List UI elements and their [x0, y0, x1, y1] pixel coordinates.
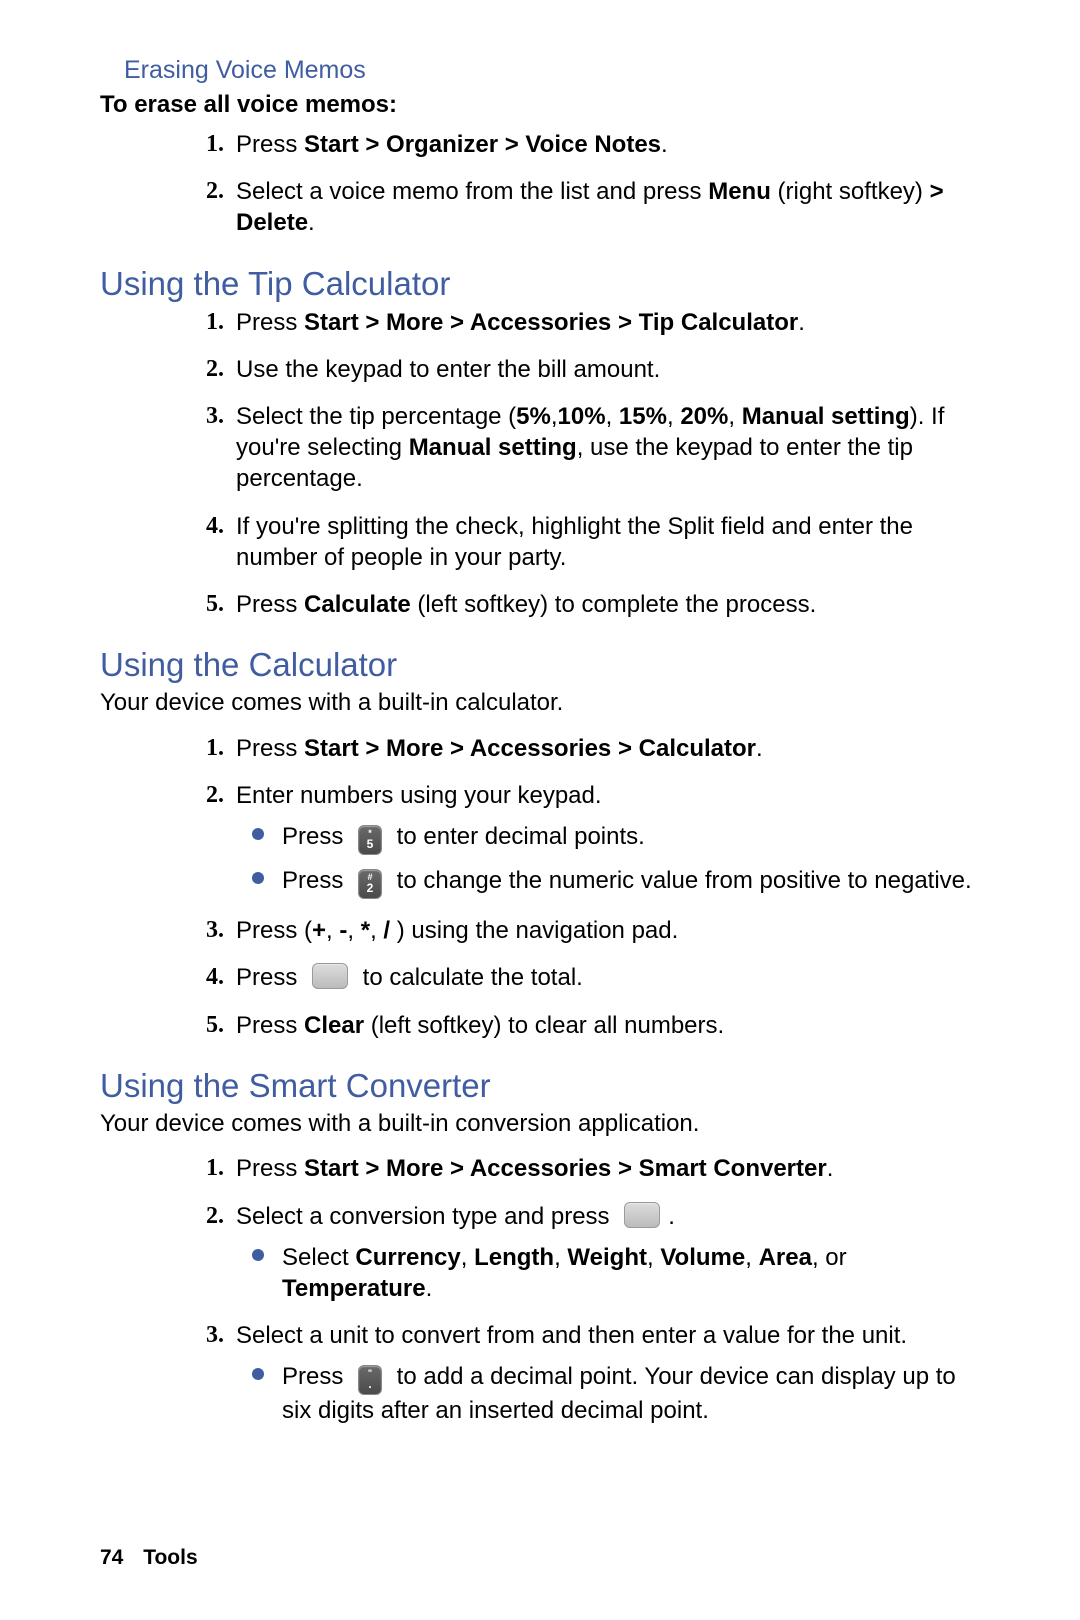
step-text: Press Clear (left softkey) to clear all …	[236, 1012, 724, 1039]
step-number: 1.	[184, 129, 224, 160]
step-number: 4.	[184, 511, 224, 542]
heading-tip-calculator: Using the Tip Calculator	[100, 265, 976, 303]
list-item: Select Currency, Length, Weight, Volume,…	[236, 1242, 976, 1304]
heading-erasing-voice-memos: Erasing Voice Memos	[124, 56, 976, 85]
sublist: Press *5 to enter decimal points. Press …	[236, 821, 976, 899]
footer-section-name: Tools	[143, 1546, 197, 1569]
step-text: Press Start > More > Accessories > Tip C…	[236, 309, 805, 336]
list-item: 3. Select the tip percentage (5%,10%, 15…	[100, 401, 976, 495]
list-item: 3. Press (+, -, *, / ) using the navigat…	[100, 915, 976, 946]
document-page: Erasing Voice Memos To erase all voice m…	[0, 0, 1080, 1620]
list-item: Press #2 to change the numeric value fro…	[236, 865, 976, 899]
step-number: 2.	[184, 176, 224, 207]
list-item: 1. Press Start > More > Accessories > Ti…	[100, 307, 976, 338]
step-text: Press Calculate (left softkey) to comple…	[236, 591, 816, 618]
step-text: Press to calculate the total.	[236, 964, 583, 991]
list-item: Press *5 to enter decimal points.	[236, 821, 976, 855]
list-item: 4. If you're splitting the check, highli…	[100, 511, 976, 573]
step-number: 1.	[184, 1153, 224, 1184]
step-text: Select a voice memo from the list and pr…	[236, 178, 944, 236]
page-number: 74	[100, 1546, 123, 1569]
key-nav-icon	[624, 1202, 660, 1228]
list-item: 5. Press Clear (left softkey) to clear a…	[100, 1010, 976, 1041]
list-item: 1. Press Start > More > Accessories > Sm…	[100, 1153, 976, 1184]
step-number: 3.	[184, 1320, 224, 1351]
list-item: 5. Press Calculate (left softkey) to com…	[100, 589, 976, 620]
step-number: 2.	[184, 354, 224, 385]
intro-smart-converter: Your device comes with a built-in conver…	[100, 1109, 976, 1140]
heading-calculator: Using the Calculator	[100, 646, 976, 684]
sublist: Press ". to add a decimal point. Your de…	[236, 1361, 976, 1426]
step-number: 2.	[184, 1201, 224, 1232]
step-text: Press (+, -, *, / ) using the navigation…	[236, 917, 678, 944]
step-number: 3.	[184, 401, 224, 432]
steps-calculator: 1. Press Start > More > Accessories > Ca…	[100, 733, 976, 1041]
step-number: 1.	[184, 733, 224, 764]
list-item: 2. Use the keypad to enter the bill amou…	[100, 354, 976, 385]
lead-erase-all: To erase all voice memos:	[100, 91, 976, 119]
step-number: 5.	[184, 1010, 224, 1041]
list-item: 3. Select a unit to convert from and the…	[100, 1320, 976, 1426]
key-hash-2-icon: #2	[358, 869, 382, 899]
step-text: If you're splitting the check, highlight…	[236, 513, 913, 571]
steps-erase: 1. Press Start > Organizer > Voice Notes…	[100, 129, 976, 239]
step-number: 1.	[184, 307, 224, 338]
list-item: 1. Press Start > Organizer > Voice Notes…	[100, 129, 976, 160]
step-text: Press Start > More > Accessories > Smart…	[236, 1155, 833, 1182]
key-star-5-icon: *5	[358, 825, 382, 855]
step-text: Select a conversion type and press .	[236, 1203, 675, 1230]
page-footer: 74 Tools	[100, 1546, 198, 1570]
step-text: Enter numbers using your keypad.	[236, 782, 602, 809]
step-text: Press Start > More > Accessories > Calcu…	[236, 735, 763, 762]
list-item: 2. Select a voice memo from the list and…	[100, 176, 976, 238]
sublist: Select Currency, Length, Weight, Volume,…	[236, 1242, 976, 1304]
key-nav-icon	[312, 963, 348, 989]
step-number: 2.	[184, 780, 224, 811]
step-text: Select a unit to convert from and then e…	[236, 1322, 907, 1349]
step-text: Press Start > Organizer > Voice Notes.	[236, 131, 668, 158]
step-number: 4.	[184, 962, 224, 993]
steps-tip: 1. Press Start > More > Accessories > Ti…	[100, 307, 976, 621]
heading-smart-converter: Using the Smart Converter	[100, 1067, 976, 1105]
list-item: 1. Press Start > More > Accessories > Ca…	[100, 733, 976, 764]
list-item: 2. Select a conversion type and press . …	[100, 1201, 976, 1305]
key-dot-icon: ".	[358, 1365, 382, 1395]
list-item: 4. Press to calculate the total.	[100, 962, 976, 993]
list-item: Press ". to add a decimal point. Your de…	[236, 1361, 976, 1426]
step-text: Use the keypad to enter the bill amount.	[236, 356, 660, 383]
step-text: Select the tip percentage (5%,10%, 15%, …	[236, 403, 944, 492]
steps-smart-converter: 1. Press Start > More > Accessories > Sm…	[100, 1153, 976, 1426]
step-number: 3.	[184, 915, 224, 946]
intro-calculator: Your device comes with a built-in calcul…	[100, 688, 976, 719]
list-item: 2. Enter numbers using your keypad. Pres…	[100, 780, 976, 899]
step-number: 5.	[184, 589, 224, 620]
